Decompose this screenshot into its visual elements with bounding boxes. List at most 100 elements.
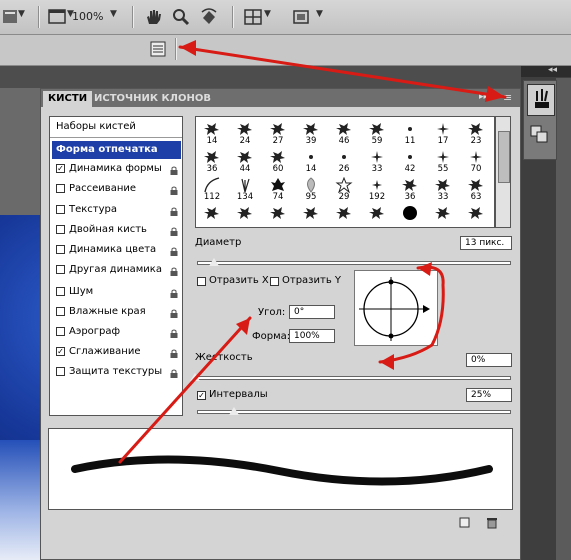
brush-tip[interactable]: 39 <box>298 119 324 149</box>
brush-tip[interactable]: 33 <box>430 175 456 205</box>
flip-x-checkbox[interactable] <box>197 277 206 286</box>
toggle-brush-panel-icon[interactable] <box>149 40 167 58</box>
brush-tip[interactable] <box>199 203 225 233</box>
brush-tip[interactable] <box>331 203 357 233</box>
lock-icon[interactable] <box>170 184 178 195</box>
brush-option-2[interactable]: Рассеивание <box>52 180 181 198</box>
brush-tip[interactable]: 33 <box>364 147 390 177</box>
brush-option-checkbox[interactable] <box>56 287 65 296</box>
brush-option-1[interactable]: ✓ Динамика формы <box>52 160 181 178</box>
lock-icon[interactable] <box>170 327 178 338</box>
spacing-slider[interactable] <box>197 410 511 414</box>
brush-option-11[interactable]: Защита текстуры <box>52 363 181 381</box>
chevron-down-icon[interactable]: ▼ <box>316 9 323 19</box>
chevron-down-icon[interactable]: ▼ <box>264 9 271 19</box>
brush-option-checkbox[interactable]: ✓ <box>56 164 65 173</box>
brush-tip[interactable]: 59 <box>364 119 390 149</box>
rotate-view-icon[interactable] <box>200 8 218 26</box>
brush-option-checkbox[interactable] <box>56 265 65 274</box>
brush-tip[interactable] <box>397 203 423 233</box>
brush-tip[interactable]: 192 <box>364 175 390 205</box>
brush-tip[interactable]: 11 <box>397 119 423 149</box>
lock-icon[interactable] <box>170 287 178 298</box>
chevron-down-icon[interactable]: ▼ <box>18 9 25 19</box>
brush-option-checkbox[interactable] <box>56 184 65 193</box>
flip-y-checkbox[interactable] <box>270 277 279 286</box>
lock-icon[interactable] <box>170 367 178 378</box>
lock-icon[interactable] <box>170 265 178 276</box>
screen-mode-icon[interactable] <box>48 8 66 26</box>
brush-tip[interactable]: 14 <box>199 119 225 149</box>
brush-tip[interactable]: 29 <box>331 175 357 205</box>
chevron-down-icon[interactable]: ▼ <box>110 9 117 19</box>
tab-brushes[interactable]: КИСТИ <box>43 91 93 107</box>
collapse-dock-icon[interactable]: ◂◂ <box>548 65 557 75</box>
brush-tip[interactable] <box>298 203 324 233</box>
roundness-input[interactable]: 100% <box>289 329 335 343</box>
brush-option-checkbox[interactable] <box>56 205 65 214</box>
spacing-slider-thumb[interactable] <box>229 407 239 415</box>
diameter-input[interactable]: 13 пикс. <box>460 236 512 250</box>
new-preset-icon[interactable] <box>459 517 471 529</box>
screen-mode-fullscreen-icon[interactable] <box>292 8 310 26</box>
brush-grid-scrollbar[interactable] <box>495 116 511 228</box>
brush-option-checkbox[interactable]: ✓ <box>56 347 65 356</box>
brush-tip[interactable]: 24 <box>232 119 258 149</box>
hardness-slider[interactable] <box>194 376 511 380</box>
lock-icon[interactable] <box>170 307 178 318</box>
brush-option-checkbox[interactable] <box>56 327 65 336</box>
zoom-level[interactable]: 100% <box>72 10 103 23</box>
zoom-tool-icon[interactable] <box>172 8 190 26</box>
brush-panel-icon[interactable] <box>527 84 555 116</box>
brush-presets-link[interactable]: Наборы кистей <box>52 118 181 136</box>
lock-icon[interactable] <box>170 205 178 216</box>
brush-option-checkbox[interactable] <box>56 367 65 376</box>
brush-option-3[interactable]: Текстура <box>52 201 181 219</box>
hardness-slider-thumb[interactable] <box>190 373 200 381</box>
brush-option-7[interactable]: Шум <box>52 283 181 301</box>
brush-option-9[interactable]: Аэрограф <box>52 323 181 341</box>
clone-source-panel-icon[interactable] <box>529 123 551 147</box>
brush-tip[interactable] <box>232 203 258 233</box>
trash-icon[interactable] <box>486 517 498 529</box>
dock-header[interactable]: ◂◂ <box>521 65 571 77</box>
hardness-input[interactable]: 0% <box>466 353 512 367</box>
arrange-documents-icon[interactable] <box>244 8 262 26</box>
brush-tip[interactable]: 112 <box>199 175 225 205</box>
brush-tip[interactable]: 55 <box>430 147 456 177</box>
brush-tip[interactable]: 74 <box>265 175 291 205</box>
brush-tip[interactable]: 17 <box>430 119 456 149</box>
hand-tool-icon[interactable] <box>144 8 162 26</box>
collapse-panel-icon[interactable]: ▸▸ <box>479 92 488 102</box>
brush-option-checkbox[interactable] <box>56 307 65 316</box>
brush-tip[interactable] <box>364 203 390 233</box>
brush-tip[interactable]: 46 <box>331 119 357 149</box>
angle-roundness-preview[interactable] <box>354 270 438 346</box>
angle-input[interactable]: 0° <box>289 305 335 319</box>
brush-tip[interactable] <box>463 203 489 233</box>
brush-tip[interactable] <box>265 203 291 233</box>
brush-tip[interactable]: 36 <box>199 147 225 177</box>
brush-tip[interactable]: 27 <box>265 119 291 149</box>
brush-tip[interactable]: 63 <box>463 175 489 205</box>
brush-tip[interactable]: 134 <box>232 175 258 205</box>
brush-option-5[interactable]: Динамика цвета <box>52 241 181 259</box>
brush-option-checkbox[interactable] <box>56 245 65 254</box>
spacing-checkbox[interactable]: ✓ <box>197 391 206 400</box>
brush-tip[interactable]: 23 <box>463 119 489 149</box>
brush-option-checkbox[interactable] <box>56 225 65 234</box>
brush-tip[interactable] <box>430 203 456 233</box>
lock-icon[interactable] <box>170 347 178 358</box>
spacing-input[interactable]: 25% <box>466 388 512 402</box>
brush-tip[interactable]: 42 <box>397 147 423 177</box>
brush-tip[interactable]: 95 <box>298 175 324 205</box>
diameter-slider[interactable] <box>197 261 511 265</box>
brush-tip[interactable]: 70 <box>463 147 489 177</box>
brush-tip[interactable]: 44 <box>232 147 258 177</box>
lock-icon[interactable] <box>170 245 178 256</box>
brush-option-4[interactable]: Двойная кисть <box>52 221 181 239</box>
diameter-slider-thumb[interactable] <box>209 258 219 266</box>
brush-option-6[interactable]: Другая динамика <box>52 261 181 279</box>
brush-tip[interactable]: 60 <box>265 147 291 177</box>
brush-option-8[interactable]: Влажные края <box>52 303 181 321</box>
